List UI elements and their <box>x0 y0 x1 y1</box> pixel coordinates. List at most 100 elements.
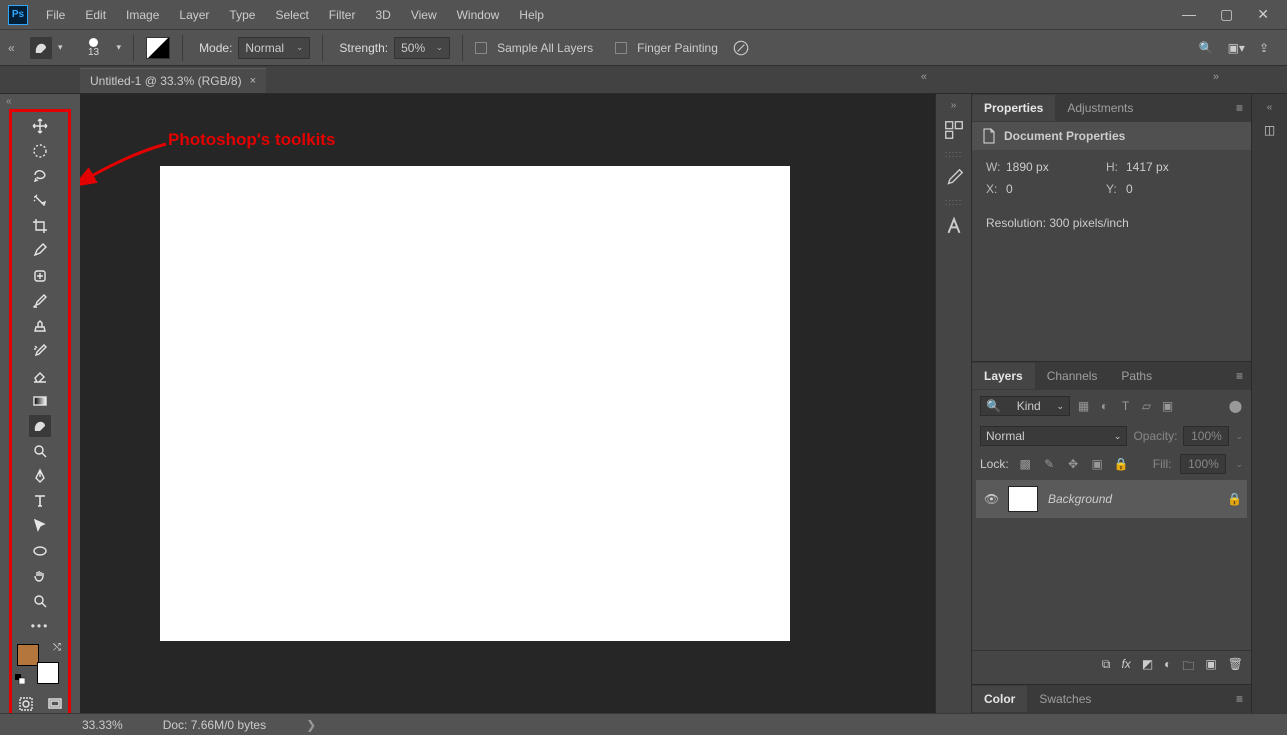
tablet-pressure-icon[interactable] <box>146 37 170 59</box>
background-color[interactable] <box>37 662 59 684</box>
eraser-tool[interactable] <box>29 365 51 387</box>
menu-type[interactable]: Type <box>219 4 265 26</box>
tab-adjustments[interactable]: Adjustments <box>1055 95 1145 121</box>
panel-menu-icon[interactable]: ≡ <box>1228 692 1251 706</box>
lock-position-icon[interactable]: ✥ <box>1066 457 1081 472</box>
brushes-panel-icon[interactable] <box>943 167 965 189</box>
group-icon[interactable]: 🗀 <box>1182 657 1194 678</box>
dodge-tool[interactable] <box>29 440 51 462</box>
adjustment-layer-icon[interactable]: ◐ <box>1164 657 1171 678</box>
menu-3d[interactable]: 3D <box>365 4 400 26</box>
lock-artboard-icon[interactable]: ▣ <box>1090 457 1105 472</box>
menu-layer[interactable]: Layer <box>169 4 219 26</box>
history-brush-tool[interactable] <box>29 340 51 362</box>
menu-help[interactable]: Help <box>509 4 554 26</box>
finger-painting-checkbox[interactable] <box>615 42 627 54</box>
path-select-tool[interactable] <box>29 515 51 537</box>
lock-transparency-icon[interactable]: ▩ <box>1018 457 1033 472</box>
panel-collapse-icon[interactable]: » <box>1213 71 1219 83</box>
status-chevron-icon[interactable]: ❯ <box>306 718 316 732</box>
layer-item-background[interactable]: 👁 Background 🔒 <box>976 480 1247 518</box>
close-icon[interactable]: ✕ <box>1257 6 1269 23</box>
foreground-color[interactable] <box>17 644 39 666</box>
panel-menu-icon[interactable]: ≡ <box>1228 369 1251 383</box>
menu-window[interactable]: Window <box>447 4 510 26</box>
opacity-value[interactable]: 100% <box>1183 426 1229 446</box>
character-panel-icon[interactable] <box>943 215 965 237</box>
doc-size[interactable]: Doc: 7.66M/0 bytes <box>163 718 266 732</box>
zoom-tool[interactable] <box>29 590 51 612</box>
brush-tool[interactable] <box>29 290 51 312</box>
tab-paths[interactable]: Paths <box>1109 363 1164 389</box>
search-icon[interactable]: 🔍 <box>1199 41 1214 55</box>
panel-collapse-icon[interactable]: « <box>1267 102 1273 113</box>
lock-all-icon[interactable]: 🔒 <box>1114 457 1129 472</box>
minimize-icon[interactable]: — <box>1182 6 1196 23</box>
lasso-tool[interactable] <box>29 165 51 187</box>
filter-pixel-icon[interactable]: ▦ <box>1076 399 1091 414</box>
panel-drag-icon[interactable]: ::::: <box>945 149 963 159</box>
tab-channels[interactable]: Channels <box>1035 363 1110 389</box>
libraries-icon[interactable]: ◫ <box>1264 123 1275 137</box>
chevron-down-icon[interactable]: ▾ <box>117 42 122 53</box>
chevron-down-icon[interactable]: ▾ <box>58 42 63 53</box>
swap-colors-icon[interactable]: ⤭ <box>53 642 61 653</box>
sample-all-checkbox[interactable] <box>475 42 487 54</box>
fill-value[interactable]: 100% <box>1180 454 1226 474</box>
tab-color[interactable]: Color <box>972 686 1027 712</box>
brush-preview[interactable]: 13 <box>77 35 111 61</box>
clone-stamp-tool[interactable] <box>29 315 51 337</box>
menu-edit[interactable]: Edit <box>75 4 116 26</box>
menu-select[interactable]: Select <box>265 4 318 26</box>
blend-mode-dropdown[interactable]: Normal ⌄ <box>238 37 310 59</box>
canvas-area[interactable] <box>80 94 935 713</box>
smudge-tool[interactable] <box>29 415 51 437</box>
layer-name[interactable]: Background <box>1048 492 1217 506</box>
lock-icon[interactable]: 🔒 <box>1227 492 1239 506</box>
menu-filter[interactable]: Filter <box>319 4 366 26</box>
document-tab[interactable]: Untitled-1 @ 33.3% (RGB/8) × <box>80 68 266 93</box>
hand-tool[interactable] <box>29 565 51 587</box>
lock-pixels-icon[interactable]: ✎ <box>1042 457 1057 472</box>
workspace-icon[interactable]: ▣▾ <box>1228 41 1245 55</box>
menu-image[interactable]: Image <box>116 4 169 26</box>
eyedropper-tool[interactable] <box>29 240 51 262</box>
tab-swatches[interactable]: Swatches <box>1027 686 1103 712</box>
filter-type-icon[interactable]: T <box>1118 399 1133 414</box>
gradient-tool[interactable] <box>29 390 51 412</box>
toolbox-collapse-icon[interactable]: « <box>6 96 12 107</box>
new-layer-icon[interactable]: ▣ <box>1205 657 1216 678</box>
history-panel-icon[interactable] <box>943 119 965 141</box>
layer-blend-dropdown[interactable]: Normal⌄ <box>980 426 1127 446</box>
move-tool[interactable] <box>29 115 51 137</box>
shape-tool[interactable] <box>29 540 51 562</box>
zoom-level[interactable]: 33.33% <box>82 718 123 732</box>
document-canvas[interactable] <box>160 166 790 641</box>
tab-layers[interactable]: Layers <box>972 363 1035 389</box>
delete-layer-icon[interactable]: 🗑 <box>1228 657 1243 678</box>
screen-mode-icon[interactable] <box>44 693 66 715</box>
type-tool[interactable] <box>29 490 51 512</box>
visibility-icon[interactable]: 👁 <box>984 492 998 506</box>
pressure-size-icon[interactable] <box>732 39 750 57</box>
menu-view[interactable]: View <box>401 4 447 26</box>
pen-tool[interactable] <box>29 465 51 487</box>
panel-drag-icon[interactable]: ::::: <box>945 197 963 207</box>
layer-thumbnail[interactable] <box>1008 486 1038 512</box>
panel-collapse-icon[interactable]: « <box>921 71 927 83</box>
quick-select-tool[interactable] <box>29 190 51 212</box>
home-chevron-icon[interactable]: « <box>8 41 24 55</box>
layer-fx-icon[interactable]: fx <box>1121 657 1130 678</box>
menu-file[interactable]: File <box>36 4 75 26</box>
default-colors-icon[interactable] <box>15 674 25 684</box>
filter-adjust-icon[interactable]: ◐ <box>1097 399 1112 414</box>
expand-icon[interactable]: » <box>951 100 957 111</box>
layer-kind-dropdown[interactable]: 🔍Kind⌄ <box>980 396 1070 416</box>
filter-smart-icon[interactable]: ▣ <box>1160 399 1175 414</box>
filter-toggle-icon[interactable]: ⬤ <box>1228 399 1243 414</box>
share-icon[interactable]: ⇪ <box>1259 41 1269 55</box>
crop-tool[interactable] <box>29 215 51 237</box>
active-tool-icon[interactable] <box>30 37 52 59</box>
panel-menu-icon[interactable]: ≡ <box>1228 101 1251 115</box>
marquee-tool[interactable] <box>29 140 51 162</box>
